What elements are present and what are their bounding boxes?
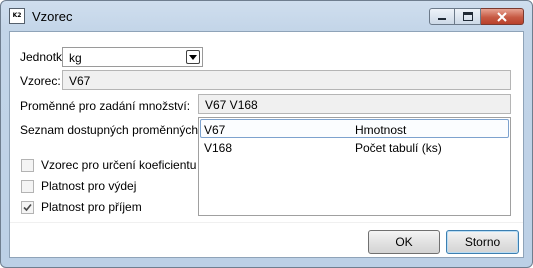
checkmark-icon	[23, 203, 32, 211]
footer-divider	[10, 222, 523, 223]
issue-checkbox-row[interactable]: Platnost pro výdej	[21, 179, 136, 193]
issue-checkbox-label: Platnost pro výdej	[41, 179, 137, 193]
receipt-checkbox[interactable]	[21, 200, 34, 214]
cancel-button[interactable]: Storno	[446, 230, 519, 254]
available-variables-label: Seznam dostupných proměnných:	[20, 123, 202, 137]
unit-select-value: kg	[69, 51, 82, 65]
variables-field[interactable]: V67 V168	[198, 94, 511, 114]
variables-list[interactable]: V67 Hmotnost V168 Počet tabulí (ks)	[198, 117, 511, 216]
variable-name: Počet tabulí (ks)	[355, 141, 442, 155]
minimize-button[interactable]	[429, 8, 455, 25]
window-title: Vzorec	[32, 9, 73, 24]
close-button[interactable]	[481, 8, 524, 25]
unit-select[interactable]: kg	[62, 47, 203, 67]
maximize-icon	[462, 12, 473, 21]
variable-code: V168	[204, 141, 233, 155]
minimize-icon	[438, 17, 446, 20]
variable-code: V67	[204, 123, 226, 137]
title-bar[interactable]: K2 Vzorec	[1, 1, 532, 31]
chevron-down-icon[interactable]	[186, 50, 200, 64]
list-item[interactable]: V168 Počet tabulí (ks)	[200, 138, 509, 157]
coefficient-checkbox[interactable]	[21, 158, 34, 172]
coefficient-checkbox-row[interactable]: Vzorec pro určení koeficientu	[21, 158, 196, 172]
formula-label: Vzorec:	[20, 74, 61, 88]
dialog-window: K2 Vzorec Jednotka: kg Vzorec: V67 Promě…	[0, 0, 533, 268]
list-item[interactable]: V67 Hmotnost	[200, 119, 509, 138]
issue-checkbox[interactable]	[21, 179, 34, 193]
ok-button[interactable]: OK	[368, 230, 440, 254]
dialog-body: Jednotka: kg Vzorec: V67 Proměnné pro za…	[9, 31, 524, 258]
coefficient-checkbox-label: Vzorec pro určení koeficientu	[41, 158, 197, 172]
maximize-button[interactable]	[455, 8, 481, 25]
variables-label: Proměnné pro zadání množství:	[20, 99, 191, 113]
receipt-checkbox-label: Platnost pro příjem	[41, 200, 142, 214]
formula-app-icon: K2	[9, 8, 25, 24]
receipt-checkbox-row[interactable]: Platnost pro příjem	[21, 200, 142, 214]
close-icon	[497, 11, 507, 22]
caption-buttons	[429, 8, 524, 26]
variable-name: Hmotnost	[355, 123, 407, 137]
formula-field[interactable]: V67	[62, 70, 511, 90]
